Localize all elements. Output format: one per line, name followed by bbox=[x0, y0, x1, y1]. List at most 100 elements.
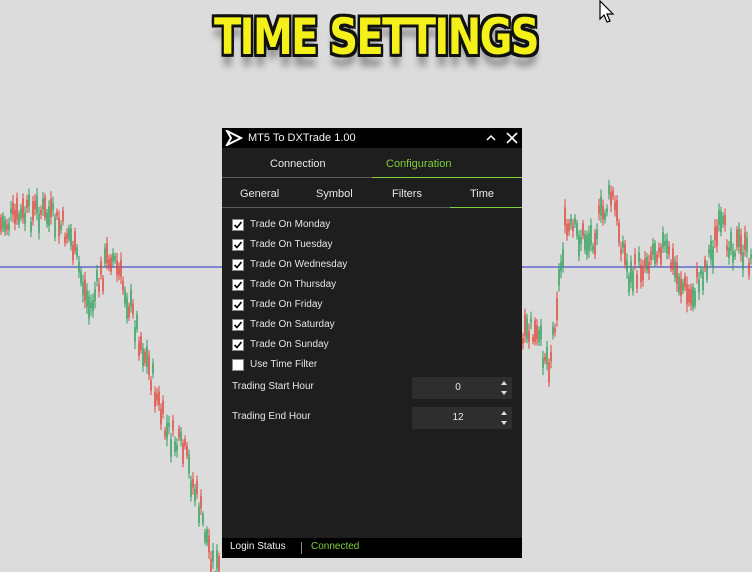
candle-body bbox=[600, 196, 602, 216]
candle-body bbox=[634, 253, 636, 265]
candle-body bbox=[660, 246, 662, 265]
candle-body bbox=[96, 270, 98, 281]
candle-body bbox=[638, 252, 640, 262]
candle-body bbox=[732, 251, 734, 263]
close-icon[interactable] bbox=[505, 131, 519, 145]
status-bar: Login Status Connected bbox=[222, 538, 522, 558]
checkbox-box[interactable] bbox=[232, 339, 244, 351]
trading-start-hour-value[interactable]: 0 bbox=[448, 382, 468, 393]
window-title: MT5 To DXTrade 1.00 bbox=[248, 132, 356, 144]
candle-body bbox=[630, 261, 632, 283]
candle-body bbox=[44, 196, 46, 218]
candle-body bbox=[48, 206, 50, 227]
increment-icon[interactable] bbox=[500, 380, 508, 386]
candle-body bbox=[50, 198, 52, 218]
checkbox-label: Use Time Filter bbox=[250, 359, 318, 370]
time-settings-banner: TIME SETTINGS bbox=[213, 8, 540, 66]
candle-body bbox=[20, 207, 22, 218]
candle-body bbox=[562, 248, 564, 267]
decrement-icon[interactable] bbox=[500, 390, 508, 396]
candle-body bbox=[172, 420, 174, 431]
candle-body bbox=[590, 224, 592, 245]
checkbox-box[interactable] bbox=[232, 299, 244, 311]
checkbox-box[interactable] bbox=[232, 359, 244, 371]
candle-body bbox=[728, 247, 730, 259]
candle-body bbox=[178, 428, 180, 438]
candle-body bbox=[522, 338, 524, 344]
candle-body bbox=[46, 212, 48, 225]
checkbox-box[interactable] bbox=[232, 259, 244, 271]
trading-end-hour-stepper[interactable]: 12 bbox=[412, 407, 512, 429]
candle-body bbox=[158, 391, 160, 405]
candle-body bbox=[636, 274, 638, 289]
candle-body bbox=[12, 202, 14, 215]
title-bar[interactable]: MT5 To DXTrade 1.00 bbox=[222, 128, 522, 148]
candle-body bbox=[184, 439, 186, 446]
checkbox-box[interactable] bbox=[232, 319, 244, 331]
candle-body bbox=[72, 245, 74, 261]
candle-body bbox=[700, 269, 702, 275]
tab-filters[interactable]: Filters bbox=[392, 188, 422, 200]
candle-body bbox=[670, 262, 672, 269]
candle-body bbox=[734, 252, 736, 257]
candle-body bbox=[594, 233, 596, 255]
checkmark-icon bbox=[233, 321, 243, 329]
candle-body bbox=[628, 275, 630, 293]
candle-body bbox=[526, 317, 528, 340]
candle-body bbox=[60, 224, 62, 230]
mouse-cursor-icon bbox=[599, 0, 615, 23]
candle-body bbox=[742, 252, 744, 270]
candle-body bbox=[110, 257, 112, 272]
checkbox-box[interactable] bbox=[232, 279, 244, 291]
tab-configuration[interactable]: Configuration bbox=[386, 158, 451, 170]
checkbox-label: Trade On Wednesday bbox=[250, 259, 348, 270]
candle-body bbox=[582, 223, 584, 236]
candle-body bbox=[690, 289, 692, 305]
candle-body bbox=[682, 282, 684, 291]
candle-body bbox=[136, 314, 138, 329]
candle-body bbox=[664, 240, 666, 246]
candle-body bbox=[76, 247, 78, 257]
tab-general[interactable]: General bbox=[240, 188, 279, 200]
trading-end-hour-value[interactable]: 12 bbox=[448, 412, 468, 423]
candle-body bbox=[192, 479, 194, 488]
checkmark-icon bbox=[233, 261, 243, 269]
candle-body bbox=[722, 215, 724, 224]
checkbox-label: Trade On Friday bbox=[250, 299, 323, 310]
candle-body bbox=[148, 355, 150, 376]
candle-body bbox=[196, 480, 198, 494]
candle-body bbox=[586, 235, 588, 256]
collapse-icon[interactable] bbox=[484, 131, 498, 145]
increment-icon[interactable] bbox=[500, 410, 508, 416]
trading-start-hour-stepper[interactable]: 0 bbox=[412, 377, 512, 399]
candle-body bbox=[42, 198, 44, 210]
candle-body bbox=[32, 201, 34, 221]
candle-body bbox=[114, 256, 116, 261]
candle-body bbox=[654, 243, 656, 265]
candle-body bbox=[6, 224, 8, 230]
checkbox-label: Trade On Saturday bbox=[250, 319, 335, 330]
candle-body bbox=[216, 550, 218, 569]
decrement-icon[interactable] bbox=[500, 420, 508, 426]
candle-body bbox=[538, 329, 540, 343]
candle-body bbox=[712, 246, 714, 267]
candle-body bbox=[194, 489, 196, 502]
candle-body bbox=[66, 233, 68, 239]
candle-body bbox=[150, 380, 152, 391]
candle-body bbox=[210, 558, 212, 572]
checkmark-icon bbox=[233, 221, 243, 229]
tab-symbol[interactable]: Symbol bbox=[316, 188, 353, 200]
candle-body bbox=[706, 264, 708, 280]
tab-time[interactable]: Time bbox=[470, 188, 494, 200]
candle-body bbox=[694, 290, 696, 306]
candle-body bbox=[116, 260, 118, 275]
candle-body bbox=[160, 408, 162, 425]
candle-body bbox=[618, 222, 620, 243]
checkbox-box[interactable] bbox=[232, 239, 244, 251]
candle-body bbox=[564, 207, 566, 226]
candle-body bbox=[650, 251, 652, 260]
candle-body bbox=[534, 320, 536, 343]
tab-connection[interactable]: Connection bbox=[270, 158, 326, 170]
candle-body bbox=[190, 480, 192, 497]
checkbox-box[interactable] bbox=[232, 219, 244, 231]
